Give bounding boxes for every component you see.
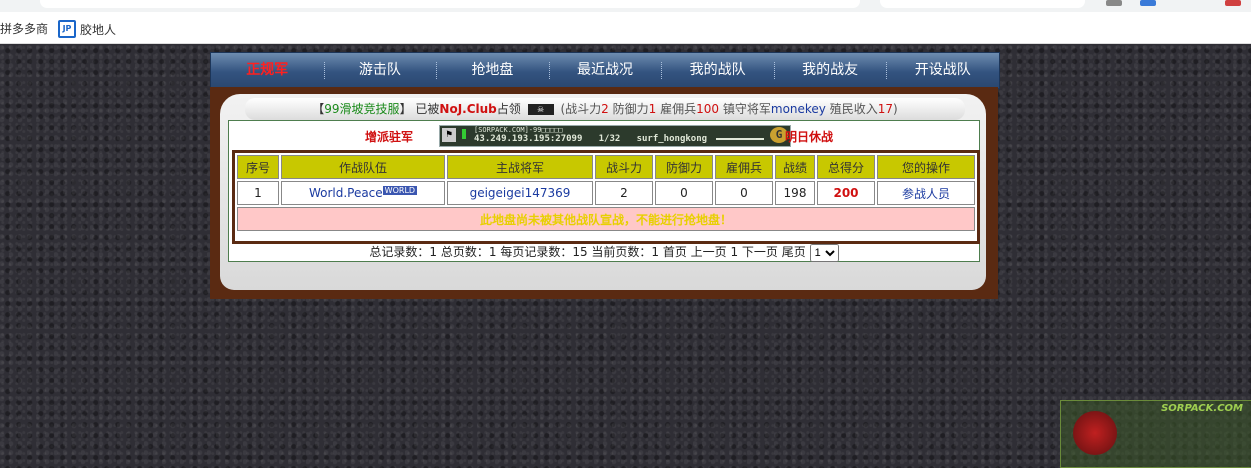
col-index: 序号: [237, 155, 279, 179]
site-watermark: SORPACK.COM: [1060, 400, 1251, 468]
counter-strike-icon: ⚑: [442, 128, 456, 142]
cell-defense: 0: [655, 181, 713, 205]
mercenary-label: 雇佣兵: [660, 102, 697, 116]
cell-mercenary: 0: [715, 181, 773, 205]
attack-label: 战斗力: [565, 102, 602, 116]
address-bar[interactable]: [40, 0, 860, 8]
server-info: 43.249.193.195:27099 1/32 surf_hongkong: [474, 134, 707, 144]
income-label: 殖民收入: [829, 102, 878, 116]
nav-item-recent-battles[interactable]: 最近战况: [548, 53, 662, 88]
teams-table: 序号 作战队伍 主战将军 战斗力 防御力 雇佣兵 战绩 总得分 您的操作 1 W…: [235, 153, 977, 233]
bookmark-label: 胶地人: [80, 22, 117, 37]
server-map: surf_hongkong: [636, 134, 708, 144]
server-banner[interactable]: ⚑ [SORPACK.COM]-99□□□□□ 43.249.193.195:2…: [439, 125, 791, 147]
browser-search-box[interactable]: [880, 0, 1085, 8]
nav-item-guerrilla[interactable]: 游击队: [323, 53, 437, 88]
bookmark-item[interactable]: 拼多多商: [0, 20, 48, 37]
col-score: 总得分: [817, 155, 875, 179]
occupied-suffix: 占领: [496, 102, 521, 116]
server-address: 43.249.193.195:27099: [474, 134, 583, 144]
income-value: 17: [877, 102, 894, 116]
extension-icon[interactable]: [1225, 0, 1241, 6]
server-name: 99滑坡竞技服: [324, 102, 400, 116]
mercenary-value: 100: [696, 102, 720, 116]
teams-table-wrapper: 序号 作战队伍 主战将军 战斗力 防御力 雇佣兵 战绩 总得分 您的操作 1 W…: [232, 150, 980, 244]
defense-value: 1: [648, 102, 657, 116]
territory-status: 【99滑坡竞技服】 已被NoJ.Club占领 ☠ (战斗力2 防御力1 雇佣兵1…: [245, 98, 965, 120]
col-defense: 防御力: [655, 155, 713, 179]
nav-item-my-team[interactable]: 我的战队: [661, 53, 774, 88]
world-tag: WORLD: [382, 186, 418, 195]
cell-record: 198: [775, 181, 815, 205]
occupied-prefix: 已被: [415, 102, 440, 116]
cell-attack: 2: [595, 181, 653, 205]
pirate-flag-icon: ☠: [527, 104, 554, 115]
team-name[interactable]: World.Peace: [309, 186, 383, 200]
col-mercenary: 雇佣兵: [715, 155, 773, 179]
online-indicator: [462, 129, 466, 139]
defense-label: 防御力: [612, 102, 649, 116]
attack-value: 2: [601, 102, 609, 116]
bookmark-item[interactable]: JP 胶地人: [58, 20, 116, 38]
reinforce-button[interactable]: 增派驻军: [365, 128, 413, 145]
panel-inner: 【99滑坡竞技服】 已被NoJ.Club占领 ☠ (战斗力2 防御力1 雇佣兵1…: [220, 94, 986, 290]
notice-text: 此地盘尚未被其他战队宣战，不能进行抢地盘！: [237, 207, 975, 231]
cell-team[interactable]: World.Peace WORLD: [281, 181, 445, 205]
action-row: 增派驻军 ⚑ [SORPACK.COM]-99□□□□□ 43.249.193.…: [229, 125, 979, 147]
watermark-logo-icon: [1073, 411, 1117, 455]
col-record: 战绩: [775, 155, 815, 179]
notice-row: 此地盘尚未被其他战队宣战，不能进行抢地盘！: [237, 207, 975, 231]
jp-logo-icon: JP: [58, 20, 76, 38]
extension-icon[interactable]: [1106, 0, 1122, 6]
col-team: 作战队伍: [281, 155, 445, 179]
occupier-team[interactable]: NoJ.Club: [439, 102, 496, 116]
col-action: 您的操作: [877, 155, 975, 179]
nav-item-my-comrades[interactable]: 我的战友: [773, 53, 887, 88]
extension-icon[interactable]: [1140, 0, 1156, 6]
pagination: 总记录数：1 总页数：1 每页记录数：15 当前页数：1 首页 上一页 1 下一…: [229, 243, 979, 262]
guard-label: 镇守将军: [722, 102, 771, 116]
territory-panel: 【99滑坡竞技服】 已被NoJ.Club占领 ☠ (战斗力2 防御力1 雇佣兵1…: [210, 87, 998, 299]
nav-item-grab-territory[interactable]: 抢地盘: [436, 53, 549, 88]
main-nav: 正规军 游击队 抢地盘 最近战况 我的战队 我的战友 开设战队: [210, 52, 1000, 89]
tomorrow-truce-button[interactable]: 明日休战: [785, 128, 833, 145]
bookmarks-bar: 拼多多商 JP 胶地人: [0, 12, 1251, 44]
cell-index: 1: [237, 181, 279, 205]
guard-name[interactable]: monekey: [771, 102, 826, 116]
nav-item-regular-army[interactable]: 正规军: [211, 53, 324, 88]
col-general: 主战将军: [447, 155, 593, 179]
browser-top-bar: [0, 0, 1251, 12]
page-select[interactable]: 1: [809, 244, 839, 262]
table-header-row: 序号 作战队伍 主战将军 战斗力 防御力 雇佣兵 战绩 总得分 您的操作: [237, 155, 975, 179]
table-row: 1 World.Peace WORLD geigeigei147369 2 0 0…: [237, 181, 975, 205]
participants-link[interactable]: 参战人员: [877, 181, 975, 205]
watermark-site: SORPACK.COM: [1161, 403, 1243, 414]
col-attack: 战斗力: [595, 155, 653, 179]
bookmark-label: 拼多多商: [0, 22, 49, 36]
server-players: 1/32: [598, 134, 621, 144]
server-load-bar: [716, 138, 764, 140]
nav-item-create-team[interactable]: 开设战队: [886, 53, 999, 88]
pagination-text: 总记录数：1 总页数：1 每页记录数：15 当前页数：1 首页 上一页 1 下一…: [369, 245, 806, 259]
content-area: 增派驻军 ⚑ [SORPACK.COM]-99□□□□□ 43.249.193.…: [228, 120, 980, 262]
server-title: [SORPACK.COM]-99□□□□□: [474, 126, 563, 134]
cell-general[interactable]: geigeigei147369: [447, 181, 593, 205]
cell-score: 200: [817, 181, 875, 205]
